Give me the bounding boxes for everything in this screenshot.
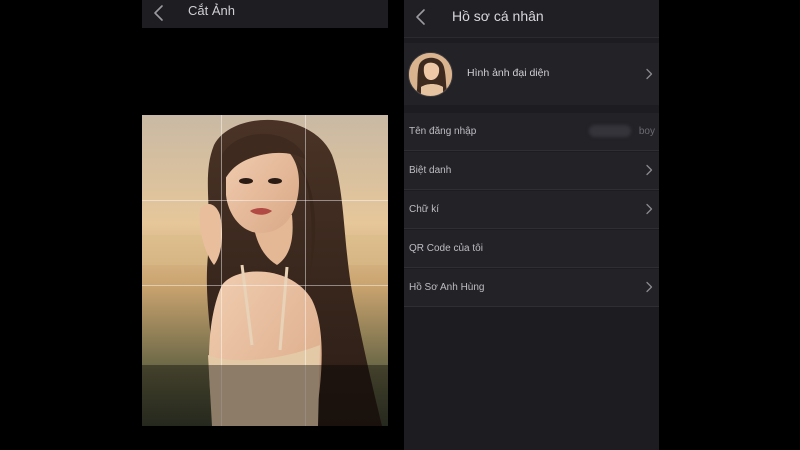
page-title: Hồ sơ cá nhân (452, 8, 544, 24)
crop-image-screen: Cắt Ảnh (142, 0, 388, 450)
redacted-username (589, 125, 631, 137)
crop-photo[interactable] (142, 115, 388, 426)
page-title: Cắt Ảnh (188, 3, 235, 18)
hero-profile-row[interactable]: Hồ Sơ Anh Hùng (404, 269, 659, 307)
avatar-label: Hình ảnh đại diện (467, 67, 550, 79)
chevron-right-icon (646, 68, 653, 80)
hero-profile-label: Hồ Sơ Anh Hùng (409, 282, 485, 293)
profile-header: Hồ sơ cá nhân (404, 0, 659, 38)
chevron-right-icon (646, 281, 653, 293)
username-label: Tên đăng nhập (409, 126, 477, 137)
nickname-label: Biệt danh (409, 165, 452, 176)
signature-row[interactable]: Chữ kí (404, 191, 659, 229)
avatar-row[interactable]: Hình ảnh đại diện (404, 43, 659, 105)
crop-grid-line (142, 285, 388, 286)
username-row: Tên đăng nhập boy (404, 113, 659, 151)
chevron-right-icon (646, 203, 653, 215)
crop-mask-overlay (142, 365, 388, 426)
avatar (408, 52, 453, 97)
qr-code-row[interactable]: QR Code của tôi (404, 230, 659, 268)
username-value: boy (638, 126, 655, 137)
nickname-row[interactable]: Biệt danh (404, 152, 659, 190)
crop-grid-line (142, 200, 388, 201)
qr-code-label: QR Code của tôi (409, 243, 483, 254)
chevron-right-icon (646, 164, 653, 176)
back-chevron-icon[interactable] (412, 6, 430, 28)
signature-label: Chữ kí (409, 204, 440, 215)
back-chevron-icon[interactable] (150, 3, 168, 23)
crop-header: Cắt Ảnh (142, 0, 388, 28)
profile-screen: Hồ sơ cá nhân Hình ảnh đại diện Tên đăng… (404, 0, 659, 450)
